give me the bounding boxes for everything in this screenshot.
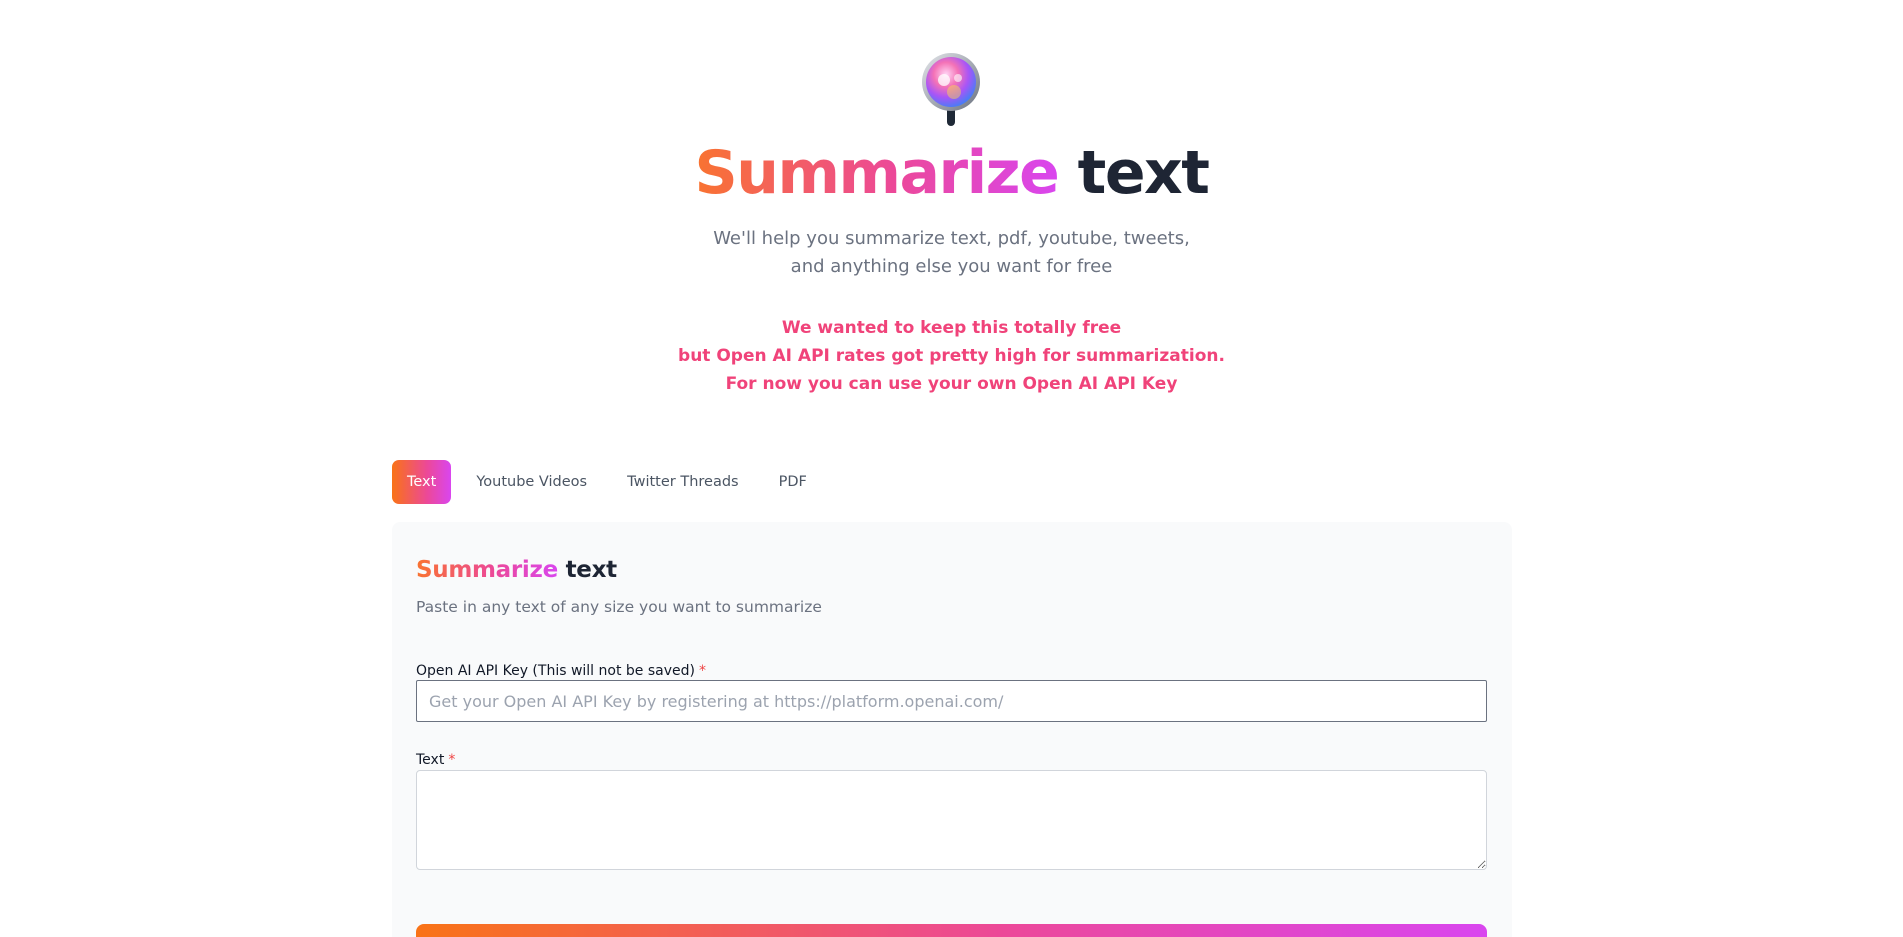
summarize-button[interactable] bbox=[416, 924, 1487, 937]
required-mark: * bbox=[448, 752, 456, 768]
page: Summarize text We'll help you summarize … bbox=[0, 0, 1903, 937]
panel-title-accent: Summarize bbox=[416, 557, 558, 583]
pricing-notice-line: For now you can use your own Open AI API… bbox=[725, 374, 1178, 394]
magnifier-orb-icon bbox=[922, 53, 980, 126]
panel-description: Paste in any text of any size you want t… bbox=[416, 598, 822, 616]
text-label-text: Text bbox=[416, 752, 445, 768]
panel-title: Summarize text bbox=[416, 554, 617, 586]
hero-subtitle-line: We'll help you summarize text, pdf, yout… bbox=[713, 228, 1190, 249]
summary-type-tabs: Text Youtube Videos Twitter Threads PDF bbox=[392, 460, 832, 504]
hero-title: Summarize text bbox=[0, 135, 1903, 211]
hero-title-rest: text bbox=[1058, 138, 1210, 208]
pricing-notice: We wanted to keep this totally free but … bbox=[0, 314, 1903, 398]
tab-youtube-videos[interactable]: Youtube Videos bbox=[461, 460, 602, 504]
tab-text[interactable]: Text bbox=[392, 460, 452, 504]
api-key-label-text: Open AI API Key (This will not be saved) bbox=[416, 663, 695, 679]
api-key-label: Open AI API Key (This will not be saved)… bbox=[416, 661, 706, 681]
pricing-notice-line: but Open AI API rates got pretty high fo… bbox=[678, 346, 1225, 366]
api-key-input[interactable] bbox=[416, 680, 1487, 722]
tab-twitter-threads[interactable]: Twitter Threads bbox=[612, 460, 753, 504]
text-input[interactable] bbox=[416, 770, 1487, 870]
hero-subtitle: We'll help you summarize text, pdf, yout… bbox=[0, 225, 1903, 281]
hero-subtitle-line: and anything else you want for free bbox=[790, 256, 1113, 277]
summarize-text-panel: Summarize text Paste in any text of any … bbox=[392, 522, 1512, 937]
tab-pdf[interactable]: PDF bbox=[764, 460, 822, 504]
required-mark: * bbox=[698, 663, 706, 679]
text-label: Text * bbox=[416, 750, 455, 770]
panel-title-rest: text bbox=[557, 557, 618, 583]
pricing-notice-line: We wanted to keep this totally free bbox=[781, 318, 1122, 338]
hero-title-accent: Summarize bbox=[694, 138, 1060, 208]
